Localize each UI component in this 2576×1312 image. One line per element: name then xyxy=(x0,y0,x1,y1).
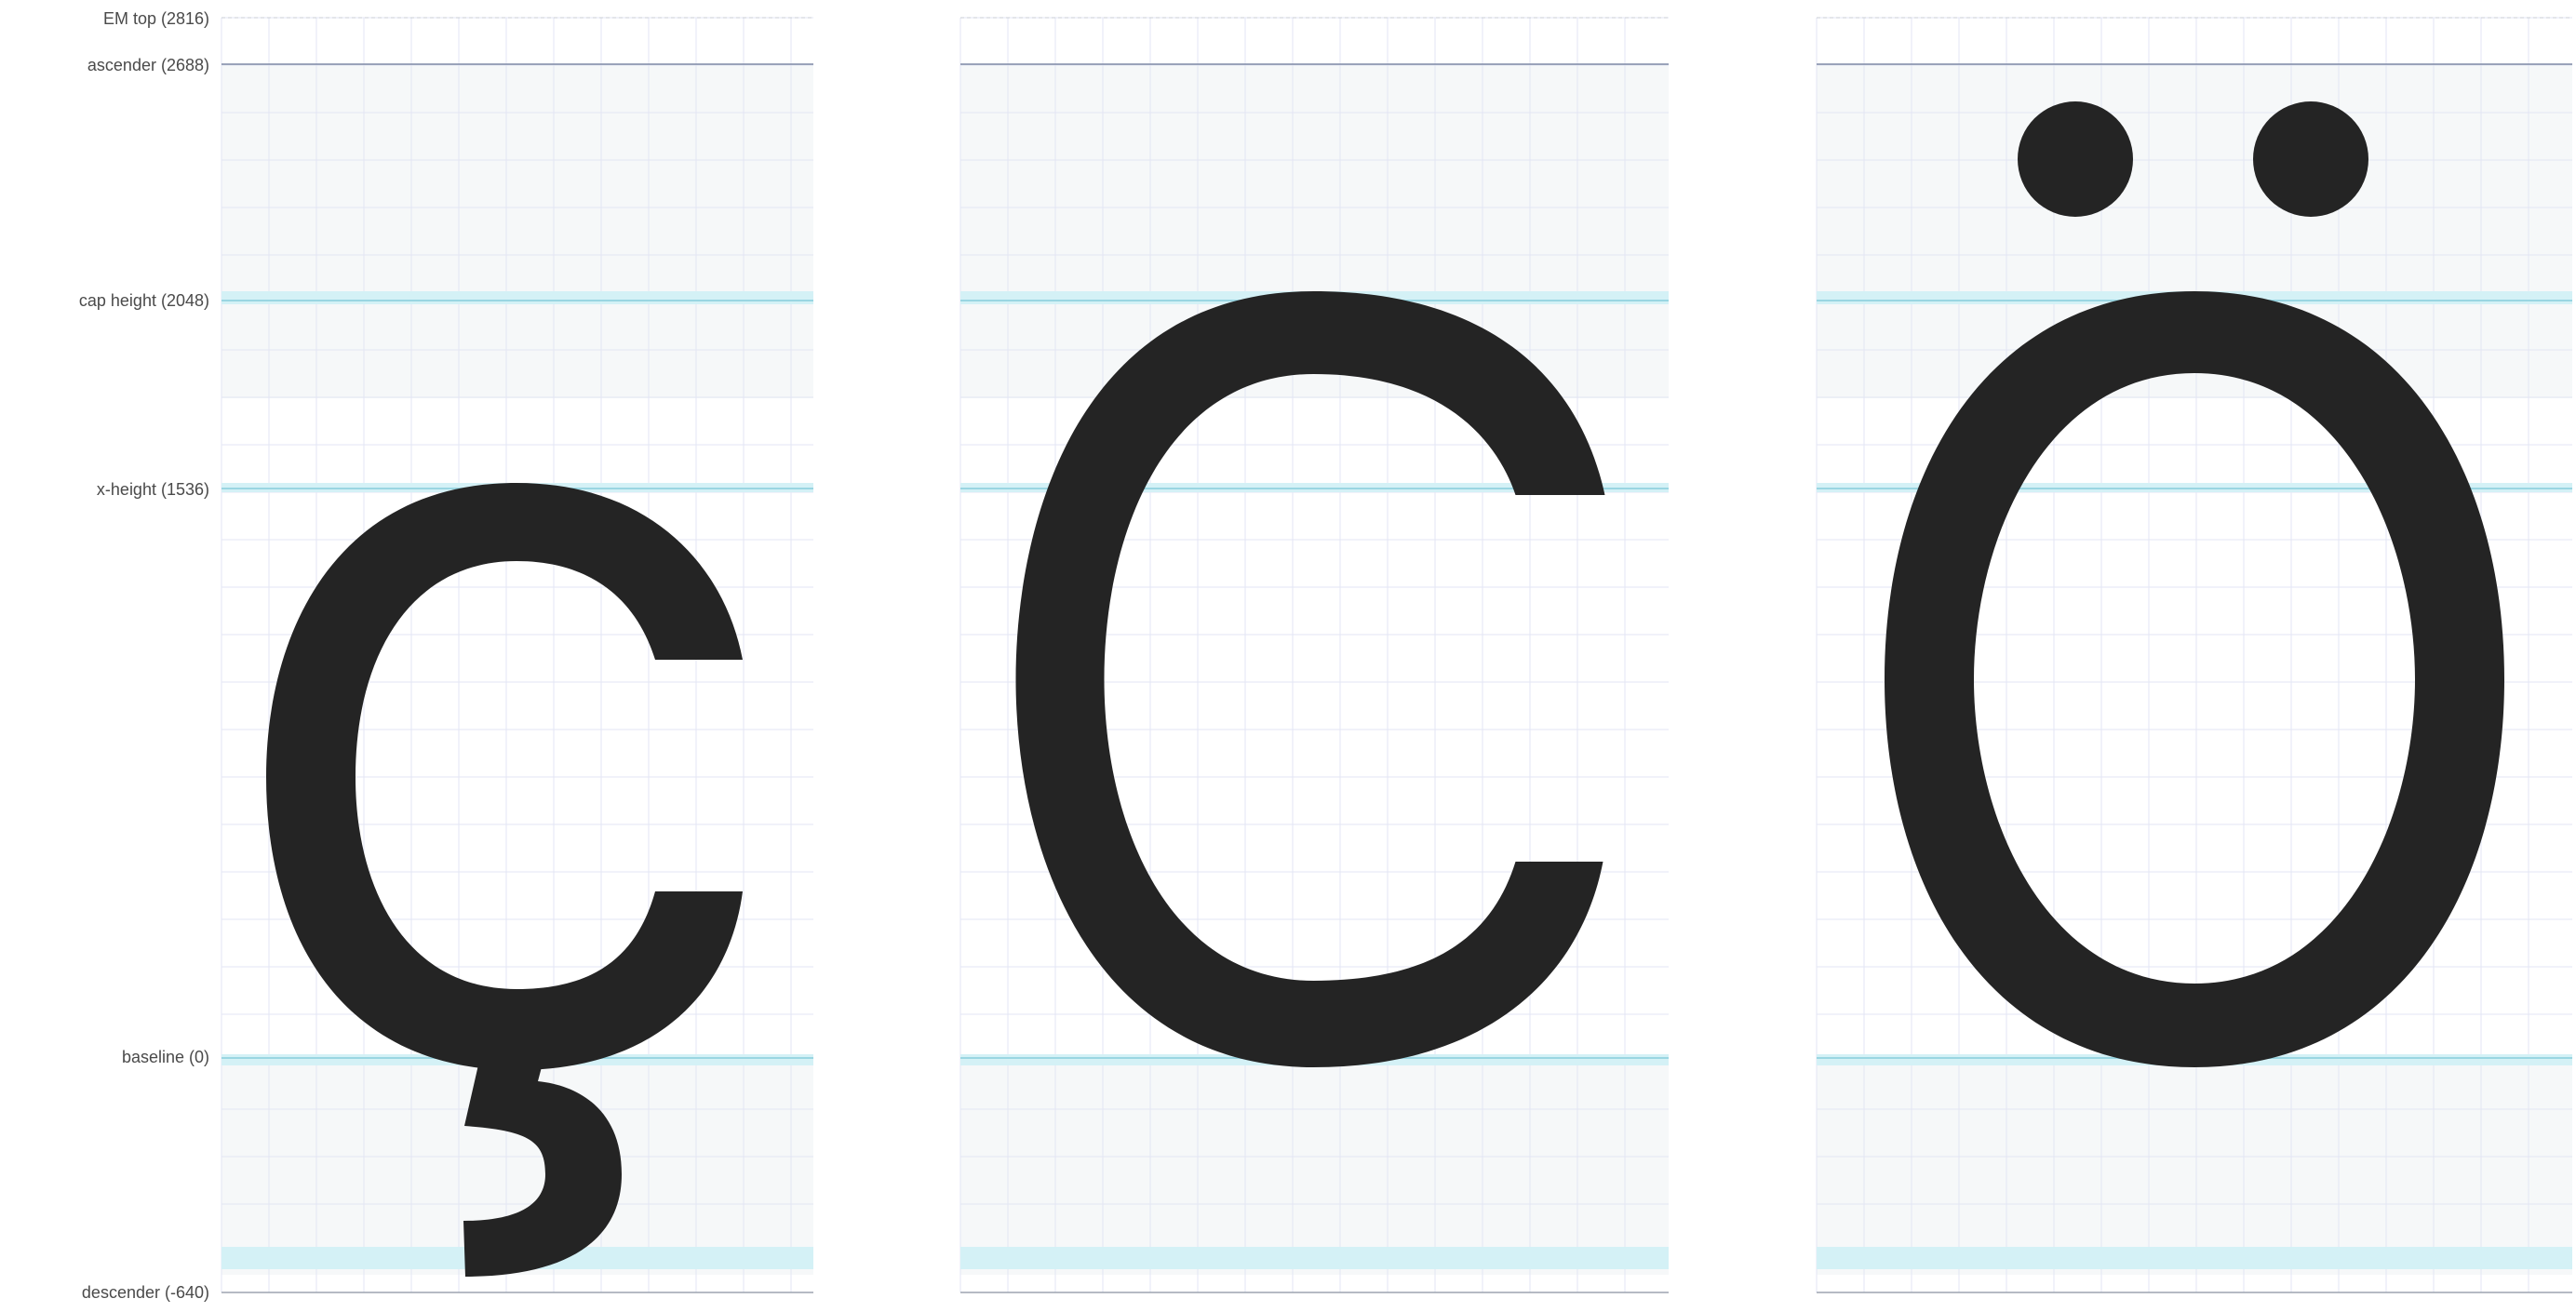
diaeresis-dot-right xyxy=(2253,101,2368,217)
capital-c-shape xyxy=(1015,291,1605,1067)
cap-height-band xyxy=(221,291,813,304)
lower-zone xyxy=(1817,1058,2572,1275)
upper-zone xyxy=(221,64,813,398)
label-baseline: baseline (0) xyxy=(122,1048,209,1066)
descender-band xyxy=(960,1247,1669,1269)
glyph-metrics-diagram: EM top (2816) ascender (2688) cap height… xyxy=(79,9,2572,1302)
glyph-panel-o-diaeresis xyxy=(1816,17,2572,1293)
glyph-capital-c xyxy=(1015,291,1605,1067)
glyph-panel-c-cedilla xyxy=(221,17,813,1293)
label-descender: descender (-640) xyxy=(82,1283,209,1302)
glyph-panels xyxy=(221,17,2572,1293)
label-ascender: ascender (2688) xyxy=(87,56,209,74)
descender-band xyxy=(1817,1247,2572,1269)
diaeresis-dot-left xyxy=(2018,101,2133,217)
label-cap-height: cap height (2048) xyxy=(79,291,209,310)
lower-zone xyxy=(960,1058,1669,1275)
label-em-top: EM top (2816) xyxy=(103,9,209,28)
label-x-height: x-height (1536) xyxy=(97,480,209,499)
glyph-panel-capital-c xyxy=(959,17,1669,1293)
o-diaeresis-bowl xyxy=(1885,291,2504,1067)
metric-labels: EM top (2816) ascender (2688) cap height… xyxy=(79,9,209,1302)
